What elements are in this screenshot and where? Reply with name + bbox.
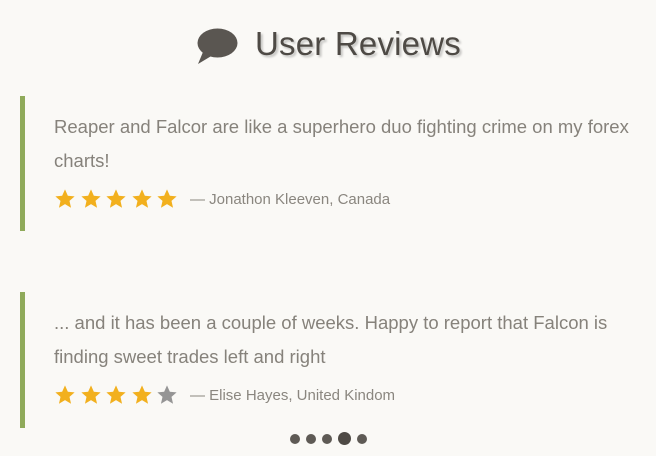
section-header: User Reviews: [0, 22, 656, 66]
star-rating: [54, 188, 182, 210]
pagination-dot[interactable]: [289, 433, 300, 444]
star-rating: [54, 384, 182, 406]
carousel-pagination: [0, 432, 656, 445]
review-text: ... and it has been a couple of weeks. H…: [54, 312, 608, 367]
review-author: — Elise Hayes, United Kindom: [189, 386, 396, 404]
page-title: User Reviews: [255, 25, 461, 62]
star-filled-icon: [55, 189, 75, 208]
review-meta: — Elise Hayes, United Kindom: [54, 384, 630, 406]
star-filled-icon: [132, 189, 152, 208]
star-filled-icon: [157, 189, 177, 208]
star-filled-icon: [80, 189, 101, 208]
pagination-dot[interactable]: [321, 433, 332, 444]
star-filled-icon: [132, 385, 152, 404]
speech-bubble-icon: [197, 28, 238, 64]
star-filled-icon: [106, 189, 126, 208]
review-text: Reaper and Falcor are like a superhero d…: [54, 116, 629, 171]
star-filled-icon: [55, 385, 75, 404]
star-filled-icon: [106, 385, 126, 404]
star-empty-icon: [157, 385, 177, 404]
review-card: ... and it has been a couple of weeks. H…: [20, 292, 630, 428]
pagination-dot[interactable]: [305, 433, 316, 444]
review-meta: — Jonathon Kleeven, Canada: [54, 188, 630, 210]
star-filled-icon: [80, 385, 101, 404]
review-author: — Jonathon Kleeven, Canada: [189, 190, 391, 208]
pagination-dot[interactable]: [356, 433, 367, 444]
pagination-dot[interactable]: [337, 432, 351, 445]
review-card: Reaper and Falcor are like a superhero d…: [20, 96, 630, 231]
